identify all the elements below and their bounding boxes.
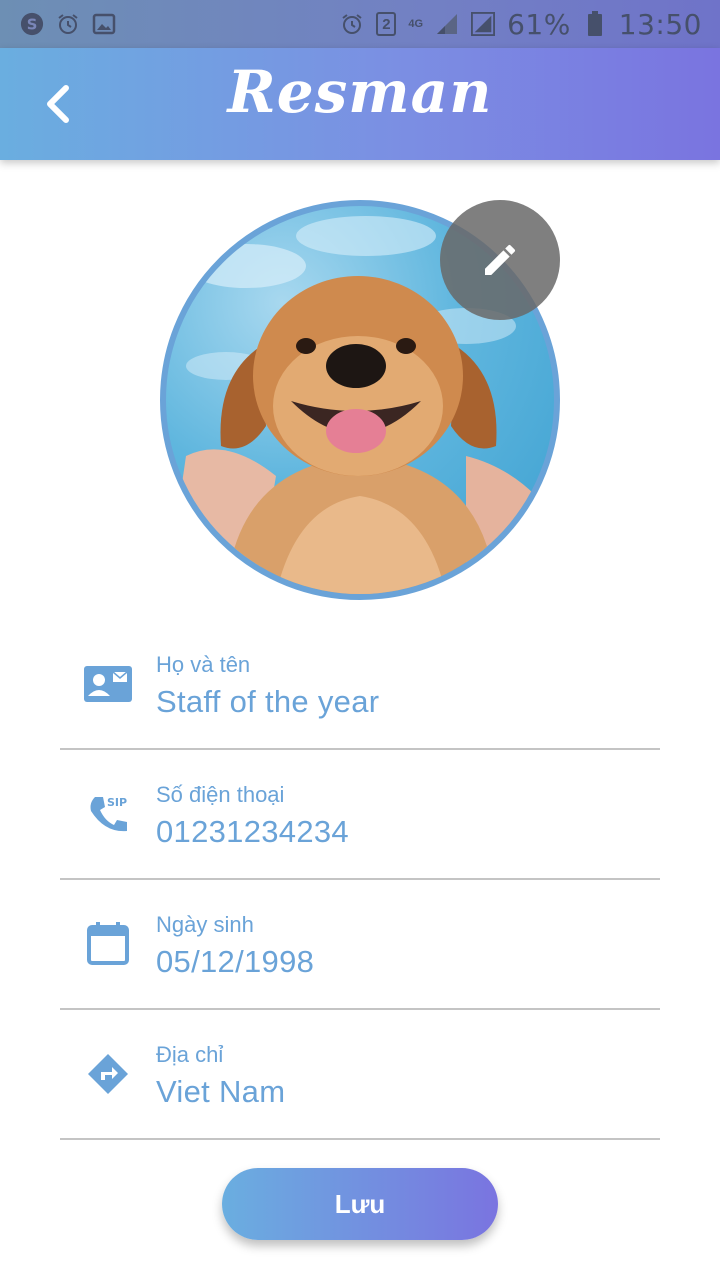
field-label: Ngày sinh: [156, 912, 254, 937]
signal-icon: [471, 12, 496, 36]
field-label: Số điện thoại: [156, 782, 285, 807]
sim-badge: 2: [376, 12, 397, 36]
battery-percent: 61%: [507, 7, 571, 41]
field-value: 05/12/1998: [156, 944, 315, 979]
field-birthday[interactable]: Ngày sinh 05/12/1998: [60, 880, 660, 1010]
app-bar: Resman: [0, 48, 720, 160]
field-label: Địa chỉ: [156, 1042, 224, 1067]
alarm-icon: [340, 12, 364, 36]
avatar-section: [160, 200, 560, 600]
status-bar-right: 2 4G 61% 13:50: [340, 8, 702, 41]
status-bar: S 2 4G 61% 13:50: [0, 0, 720, 48]
signal-icon: [435, 12, 459, 36]
contact-card-icon: [80, 620, 136, 748]
alarm-icon: [56, 12, 80, 36]
field-value: 01231234234: [156, 814, 349, 849]
pencil-icon: [485, 244, 516, 275]
directions-icon: [80, 1010, 136, 1138]
field-phone[interactable]: SIP Số điện thoại 01231234234: [60, 750, 660, 880]
network-type: 4G: [408, 18, 424, 30]
notification-app-icon: S: [20, 12, 44, 36]
save-button[interactable]: Lưu: [222, 1168, 498, 1240]
edit-avatar-button[interactable]: [440, 200, 560, 320]
clock: 13:50: [618, 7, 702, 41]
field-value: Staff of the year: [156, 684, 380, 719]
calendar-icon: [80, 880, 136, 1008]
sip-phone-icon: SIP: [80, 750, 136, 878]
svg-text:S: S: [27, 17, 38, 34]
image-icon: [92, 12, 116, 36]
field-full-name[interactable]: Họ và tên Staff of the year: [60, 620, 660, 750]
battery-icon: [583, 11, 607, 36]
field-label: Họ và tên: [156, 652, 251, 677]
app-title: Resman: [227, 58, 493, 126]
field-address[interactable]: Địa chỉ Viet Nam: [60, 1010, 660, 1140]
field-value: Viet Nam: [156, 1074, 286, 1109]
status-bar-left: S: [20, 12, 116, 36]
svg-text:SIP: SIP: [107, 796, 127, 809]
